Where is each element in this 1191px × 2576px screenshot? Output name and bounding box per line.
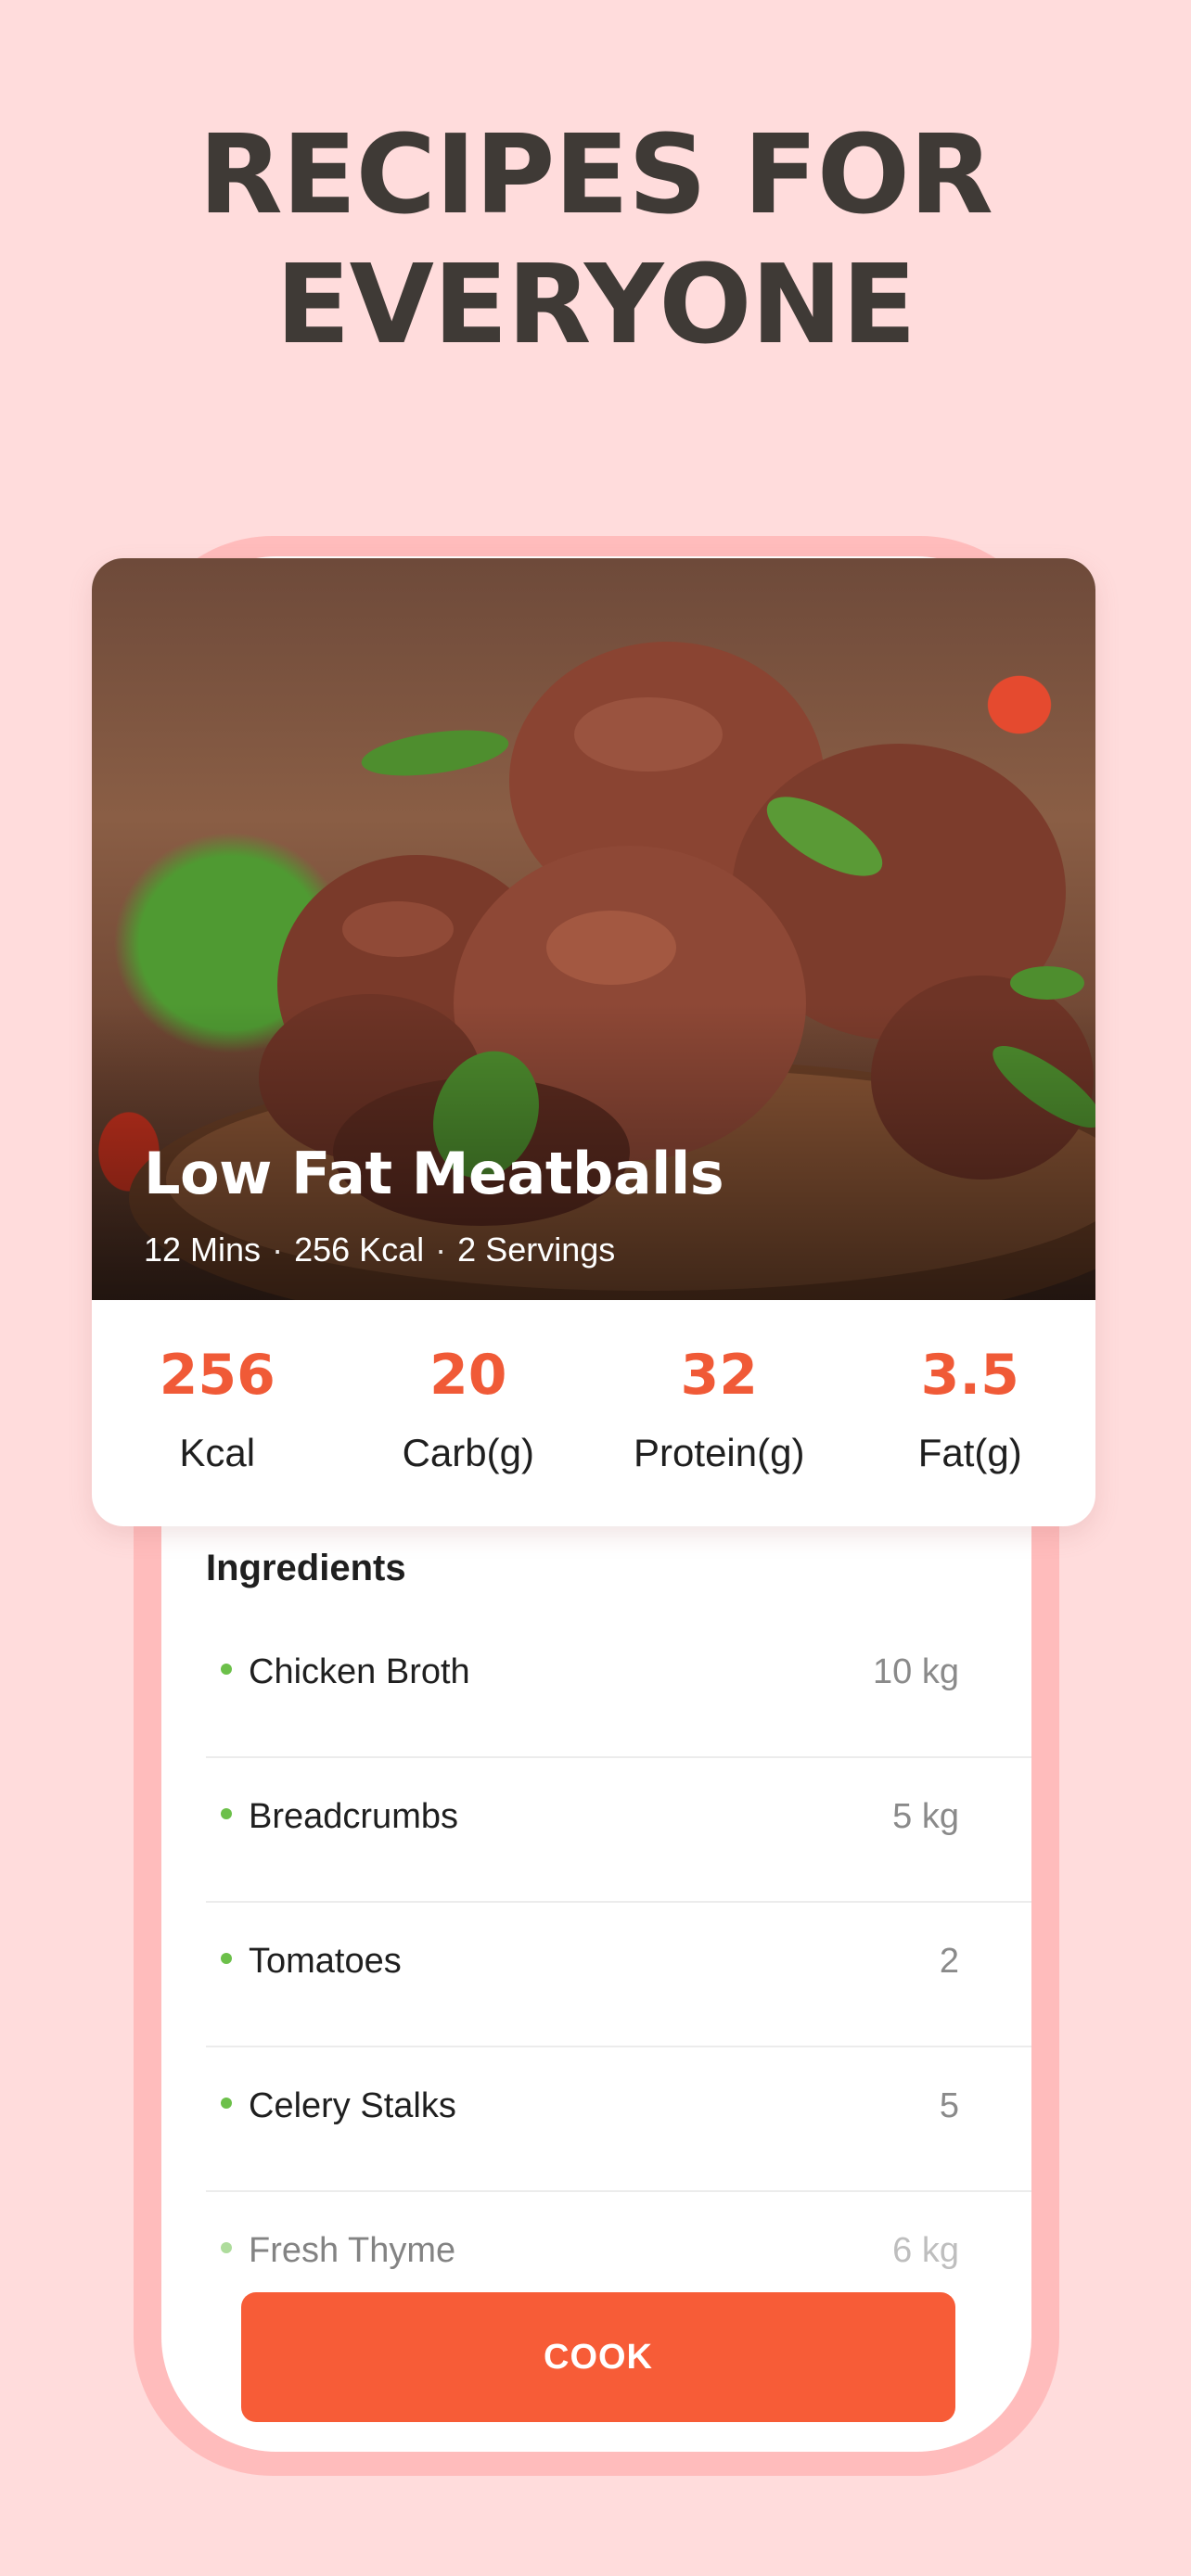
nutrition-label: Carb(g) <box>402 1431 534 1474</box>
bullet-icon <box>221 2242 232 2253</box>
cook-button[interactable]: COOK <box>241 2292 955 2422</box>
bullet-icon <box>221 1664 232 1675</box>
recipe-time: 12 Mins <box>144 1231 262 1269</box>
ingredient-name: Breadcrumbs <box>249 1797 458 1836</box>
nutrition-label: Kcal <box>179 1431 256 1474</box>
nutrition-value: 20 <box>429 1343 507 1408</box>
bullet-icon <box>221 2098 232 2109</box>
bullet-icon <box>221 1953 232 1964</box>
ingredients-list: Chicken Broth 10 kg Breadcrumbs 5 kg Tom… <box>206 1613 1031 2337</box>
nutrition-carb: 20 Carb(g) <box>343 1300 595 1526</box>
promo-headline: RECIPES FOR EVERYONE <box>0 109 1191 369</box>
meta-separator: · <box>272 1231 284 1269</box>
nutrition-value: 256 <box>159 1343 275 1408</box>
recipe-servings: 2 Servings <box>457 1231 616 1269</box>
ingredient-name: Fresh Thyme <box>249 2231 456 2270</box>
list-item[interactable]: Breadcrumbs 5 kg <box>206 1758 1031 1903</box>
ingredient-quantity: 2 <box>939 1942 959 1981</box>
nutrition-label: Protein(g) <box>634 1431 805 1474</box>
ingredient-name: Tomatoes <box>249 1942 402 1981</box>
meta-separator: · <box>435 1231 447 1269</box>
nutrition-kcal: 256 Kcal <box>92 1300 343 1526</box>
nutrition-value: 3.5 <box>920 1343 1019 1408</box>
meatballs-photo: Low Fat Meatballs 12 Mins · 256 Kcal · 2… <box>92 558 1095 1300</box>
recipe-calories: 256 Kcal <box>294 1231 425 1269</box>
promo-page: RECIPES FOR EVERYONE Ingredients Chicken… <box>0 0 1191 2576</box>
recipe-card[interactable]: Low Fat Meatballs 12 Mins · 256 Kcal · 2… <box>92 558 1095 1526</box>
headline-line-1: RECIPES FOR <box>198 110 993 238</box>
list-item[interactable]: Chicken Broth 10 kg <box>206 1613 1031 1758</box>
ingredient-name: Chicken Broth <box>249 1652 470 1691</box>
ingredient-quantity: 10 kg <box>873 1652 959 1691</box>
recipe-meta: 12 Mins · 256 Kcal · 2 Servings <box>144 1230 615 1270</box>
ingredient-quantity: 6 kg <box>892 2231 959 2270</box>
nutrition-label: Fat(g) <box>917 1431 1022 1474</box>
ingredients-heading: Ingredients <box>206 1548 406 1588</box>
ingredient-quantity: 5 kg <box>892 1797 959 1836</box>
list-item[interactable]: Celery Stalks 5 <box>206 2047 1031 2192</box>
bullet-icon <box>221 1808 232 1819</box>
nutrition-fat: 3.5 Fat(g) <box>845 1300 1096 1526</box>
ingredient-quantity: 5 <box>939 2086 959 2125</box>
nutrition-protein: 32 Protein(g) <box>594 1300 845 1526</box>
recipe-title: Low Fat Meatballs <box>144 1140 724 1207</box>
nutrition-value: 32 <box>680 1343 759 1408</box>
ingredient-name: Celery Stalks <box>249 2086 456 2125</box>
headline-line-2: EVERYONE <box>275 240 916 368</box>
list-item[interactable]: Tomatoes 2 <box>206 1903 1031 2047</box>
nutrition-summary: 256 Kcal 20 Carb(g) 32 Protein(g) 3.5 Fa… <box>92 1300 1095 1526</box>
